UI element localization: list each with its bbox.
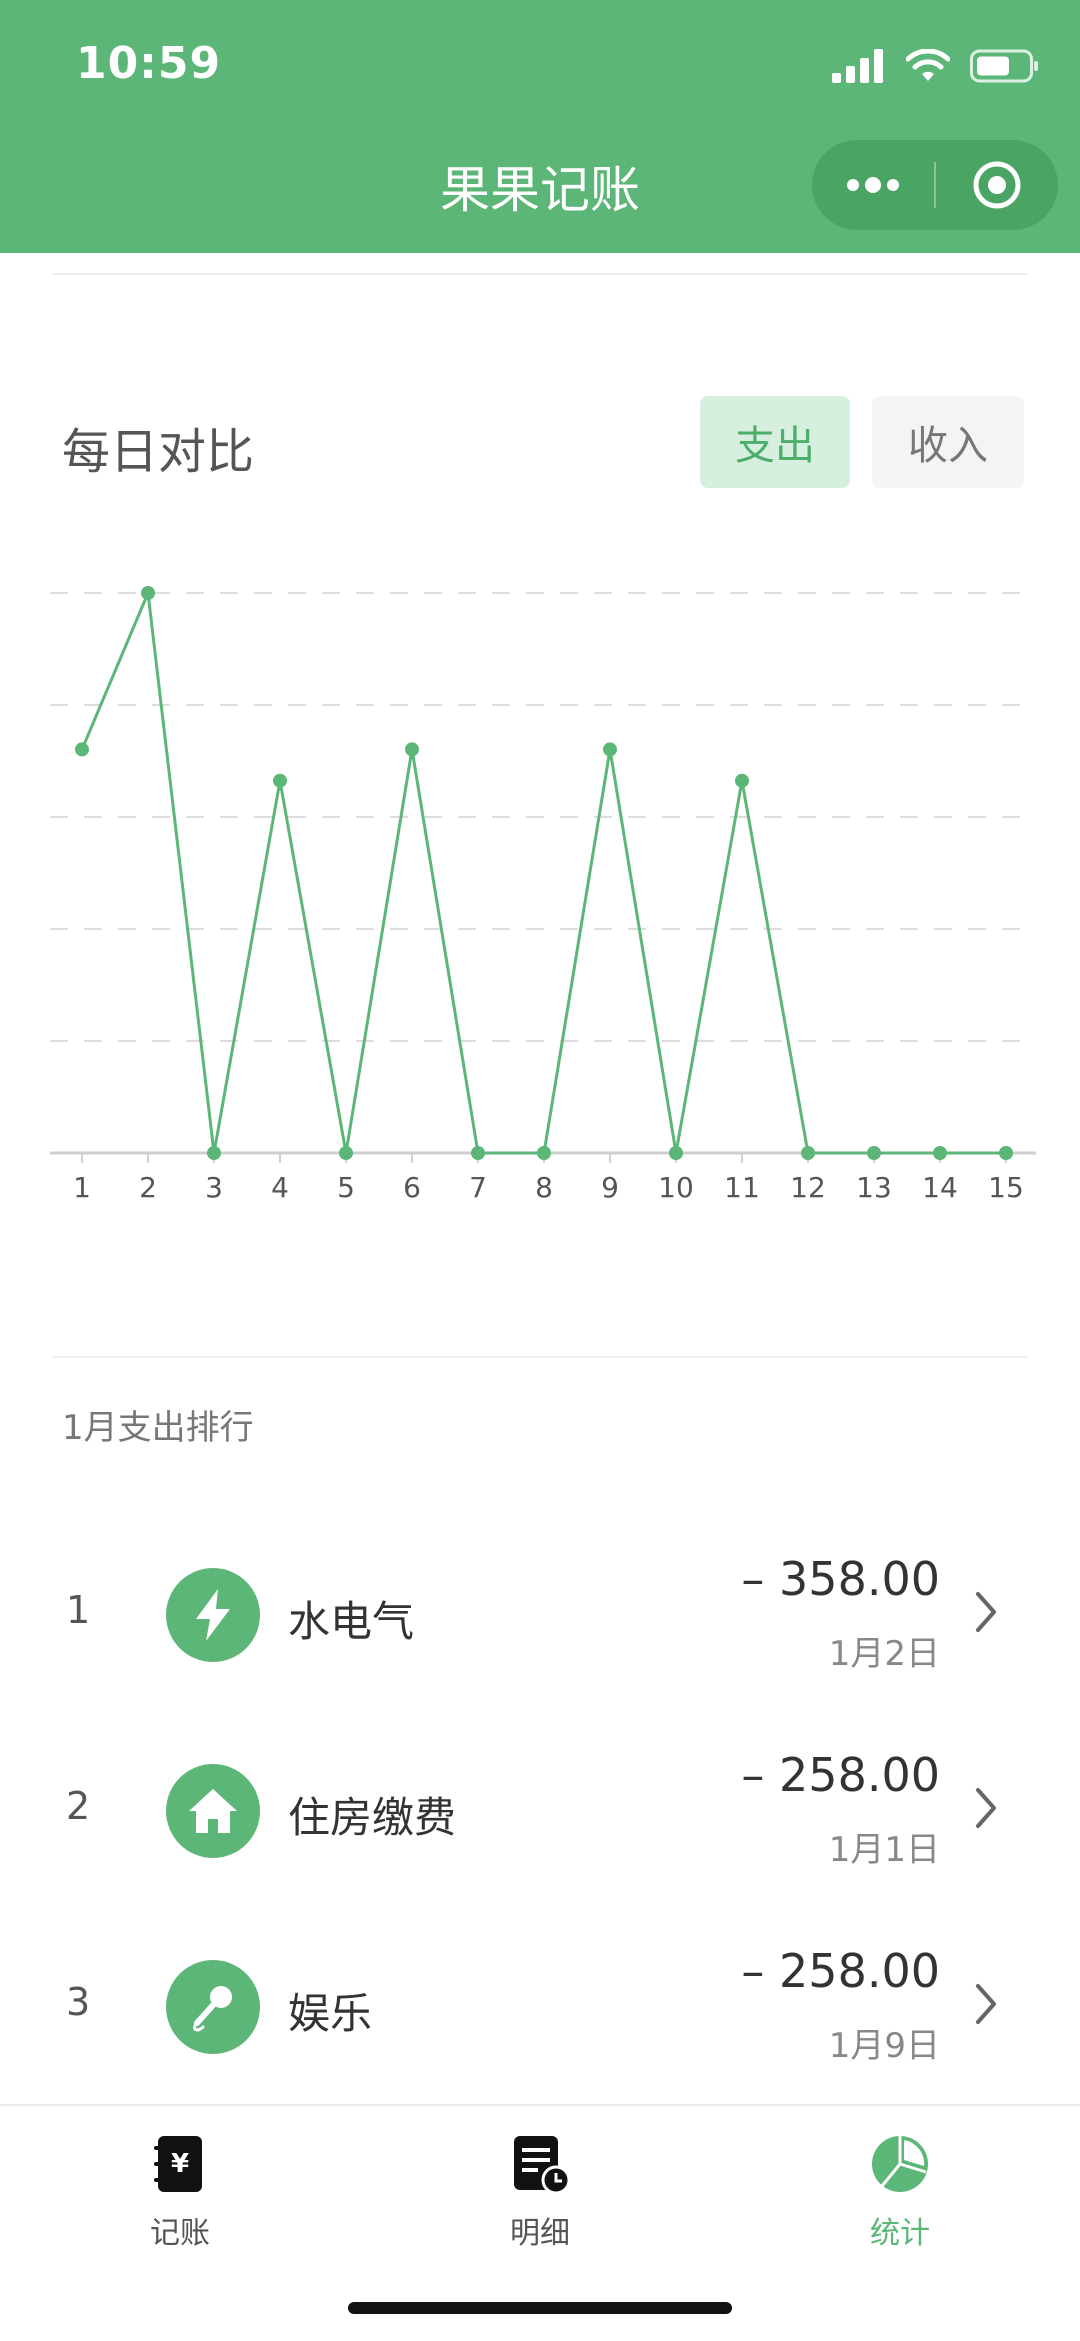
- detail-icon: [514, 2136, 571, 2195]
- rank-number: 1: [66, 1588, 91, 1632]
- miniapp-capsule: [812, 140, 1058, 230]
- ranking-row[interactable]: 1 水电气 – 358.00 1月2日: [0, 1532, 1080, 1692]
- chart-point[interactable]: [999, 1146, 1013, 1160]
- chart-x-label: 14: [922, 1171, 958, 1204]
- tab-detail[interactable]: 明细: [360, 2122, 720, 2252]
- chart-point[interactable]: [471, 1146, 485, 1160]
- chart-point[interactable]: [867, 1146, 881, 1160]
- ranking-title: 1月支出排行: [62, 1408, 254, 1448]
- chart-point[interactable]: [933, 1146, 947, 1160]
- more-icon[interactable]: [812, 140, 934, 230]
- top-bar: 10:59 果果记账: [0, 0, 1080, 253]
- chart-x-label: 5: [337, 1171, 355, 1204]
- status-icons: [832, 46, 1040, 86]
- chart-point[interactable]: [339, 1146, 353, 1160]
- top-divider: [52, 273, 1028, 275]
- category-date: 1月2日: [828, 1634, 940, 1674]
- home-indicator: [348, 2302, 732, 2314]
- chart-svg: 1 2 3 4 5 6 7 8 9 10 11 12 13 14 15: [50, 586, 1036, 1204]
- status-time: 10:59: [76, 38, 222, 89]
- tab-label: 记账: [150, 2216, 210, 2251]
- tab-statistics[interactable]: 统计: [720, 2122, 1080, 2252]
- house-icon: [166, 1764, 260, 1858]
- chart-point[interactable]: [405, 742, 419, 757]
- chart-x-label: 12: [790, 1171, 826, 1204]
- chart-point[interactable]: [207, 1146, 221, 1160]
- ranking-row[interactable]: 2 住房缴费 – 258.00 1月1日: [0, 1728, 1080, 1888]
- tab-record[interactable]: ¥ 记账: [0, 2122, 360, 2252]
- rank-number: 3: [66, 1980, 91, 2024]
- category-date: 1月9日: [828, 2026, 940, 2066]
- category-amount: – 358.00: [741, 1552, 940, 1606]
- piechart-icon: [872, 2136, 928, 2192]
- chart-point[interactable]: [735, 773, 749, 788]
- chart-x-label: 6: [403, 1171, 421, 1204]
- daily-line-chart: 1 2 3 4 5 6 7 8 9 10 11 12 13 14 15: [0, 560, 1080, 1220]
- chart-x-label: 11: [724, 1171, 760, 1204]
- ranking-row[interactable]: 3 娱乐 – 258.00 1月9日: [0, 1924, 1080, 2084]
- chart-divider: [52, 1356, 1028, 1358]
- category-name: 住房缴费: [288, 1793, 457, 1842]
- daily-title: 每日对比: [62, 424, 255, 480]
- category-amount: – 258.00: [741, 1748, 940, 1802]
- chart-x-label: 13: [856, 1171, 892, 1204]
- chevron-right-icon: [976, 1592, 996, 1632]
- category-name: 娱乐: [288, 1989, 373, 2038]
- signal-icon: [832, 49, 883, 83]
- category-amount: – 258.00: [741, 1944, 940, 1998]
- chart-x-label: 7: [469, 1171, 487, 1204]
- svg-text:¥: ¥: [171, 2149, 189, 2179]
- chart-point[interactable]: [801, 1146, 815, 1160]
- chart-point[interactable]: [273, 773, 287, 788]
- lightning-icon: [166, 1568, 260, 1662]
- chart-x-label: 3: [205, 1171, 223, 1204]
- battery-icon: [970, 49, 1038, 83]
- chart-x-label: 15: [988, 1171, 1024, 1204]
- chart-x-label: 2: [139, 1171, 157, 1204]
- chart-point[interactable]: [141, 586, 155, 600]
- chart-point[interactable]: [669, 1146, 683, 1160]
- category-name: 水电气: [288, 1597, 415, 1646]
- chart-point[interactable]: [75, 742, 89, 757]
- chart-point[interactable]: [537, 1146, 551, 1160]
- chart-x-label: 4: [271, 1171, 289, 1204]
- chart-series-line: [80, 591, 1006, 1155]
- expense-toggle-button[interactable]: 支出: [700, 396, 850, 488]
- chart-x-label: 10: [658, 1171, 694, 1204]
- microphone-icon: [166, 1960, 260, 2054]
- chart-x-label: 1: [73, 1171, 91, 1204]
- tab-label: 明细: [510, 2216, 570, 2251]
- chart-x-label: 9: [601, 1171, 619, 1204]
- ledger-icon: ¥: [154, 2136, 202, 2192]
- chart-x-label: 8: [535, 1171, 553, 1204]
- chevron-right-icon: [976, 1984, 996, 2024]
- wifi-icon: [906, 49, 950, 81]
- tab-label: 统计: [870, 2216, 930, 2251]
- chart-point[interactable]: [603, 742, 617, 757]
- close-miniapp-icon[interactable]: [936, 140, 1058, 230]
- category-date: 1月1日: [828, 1830, 940, 1870]
- rank-number: 2: [66, 1784, 91, 1828]
- chevron-right-icon: [976, 1788, 996, 1828]
- income-toggle-button[interactable]: 收入: [872, 396, 1024, 488]
